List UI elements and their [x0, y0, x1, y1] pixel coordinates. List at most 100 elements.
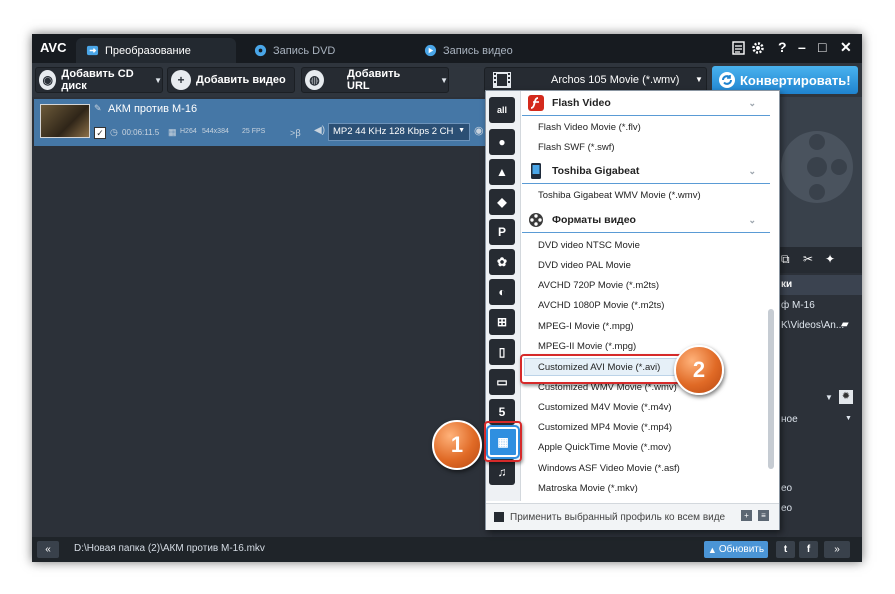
subtitle-icon[interactable]: >ꞵ [290, 126, 301, 139]
speaker-icon: ◀) [314, 125, 326, 136]
group-flash-video[interactable]: Flash Video ⌄ [522, 91, 770, 116]
update-button[interactable]: ▲ Обновить [704, 541, 768, 558]
file-resolution: 544x384 [202, 128, 229, 135]
chevron-down-icon: ▼ [695, 75, 703, 84]
help-button[interactable]: ? [778, 39, 787, 55]
profile-label: Archos 105 Movie (*.wmv) [551, 74, 680, 86]
chevron-down-icon: ⌄ [748, 214, 756, 225]
file-checkbox[interactable]: ✓ [94, 127, 106, 139]
film-strip-icon [493, 72, 511, 88]
copy-icon[interactable]: ⧉ [781, 252, 790, 267]
collapse-button[interactable]: « [37, 541, 59, 558]
file-row[interactable]: ✎ АКМ против М-16 ✓ ◷ 00:06:11.5 ▦ H264 … [34, 99, 490, 146]
huawei-icon[interactable]: ✿ [489, 249, 515, 275]
file-list: ✎ АКМ против М-16 ✓ ◷ 00:06:11.5 ▦ H264 … [32, 97, 492, 537]
facebook-icon[interactable]: f [799, 541, 818, 558]
gear-icon[interactable] [751, 41, 765, 55]
phone-icon[interactable]: ▯ [489, 339, 515, 365]
list-item[interactable]: Toshiba Gigabeat WMV Movie (*.wmv) [538, 190, 701, 201]
file-path: D:\Новая папка (2)\АКМ против М-16.mkv [74, 543, 265, 554]
add-video-button[interactable]: + Добавить видео [167, 67, 295, 93]
preview-area [777, 97, 862, 247]
windows-icon[interactable]: ⊞ [489, 309, 515, 335]
list-item[interactable]: AVCHD 1080P Movie (*.m2ts) [538, 300, 664, 311]
music-icon[interactable]: ♫ [489, 459, 515, 485]
highlight-box-category [484, 421, 522, 462]
apply-all-label: Применить выбранный профиль ко всем виде [510, 511, 726, 523]
panel-header: ки [777, 275, 862, 295]
list-item[interactable]: Windows ASF Video Movie (*.asf) [538, 463, 680, 474]
pencil-icon[interactable]: ✎ [94, 103, 102, 114]
group-label: Форматы видео [552, 214, 636, 226]
clock-icon: ◷ [110, 127, 118, 137]
panel-label-1: ео [781, 483, 793, 494]
file-fps: 25 FPS [242, 128, 266, 135]
profile-dropdown: all ● ▲ ◆ P ✿ ◐ ⊞ ▯ ▭ 5 ▦ ♫ Flash Video … [485, 90, 780, 530]
magic-icon[interactable]: ✦ [825, 252, 835, 266]
all-icon[interactable]: all [489, 97, 515, 123]
apply-all-checkbox[interactable] [494, 512, 504, 522]
expand-button[interactable]: » [824, 541, 850, 558]
name-value: ф М-16 [781, 300, 815, 311]
add-video-label: Добавить видео [196, 74, 286, 86]
audio-track-select[interactable]: MP2 44 KHz 128 Kbps 2 CH ▼ [328, 123, 470, 141]
right-panel: ⧉ ✂ ✦ ки ф М-16 K\Videos\An... ▰ ▼ ✹ ное… [777, 97, 862, 537]
video-thumbnail [40, 104, 90, 138]
tv-icon[interactable]: ▭ [489, 369, 515, 395]
scissors-icon[interactable]: ✂ [803, 252, 813, 266]
path-value: K\Videos\An... [781, 320, 845, 331]
notes-icon[interactable] [732, 41, 745, 55]
list-item[interactable]: Flash Video Movie (*.flv) [538, 122, 641, 133]
convert-icon [86, 45, 99, 56]
list-item[interactable]: DVD video NTSC Movie [538, 240, 640, 251]
panel-toolbar: ⧉ ✂ ✦ [777, 247, 862, 273]
folder-icon[interactable]: ▰ [841, 319, 849, 330]
minimize-button[interactable]: – [798, 39, 806, 55]
panel-header-label: ки [781, 279, 793, 290]
playstation-icon[interactable]: P [489, 219, 515, 245]
update-label: Обновить [718, 544, 765, 555]
group-video-formats[interactable]: Форматы видео ⌄ [522, 208, 770, 233]
lg-icon[interactable]: ◐ [489, 279, 515, 305]
android-icon[interactable]: ▲ [489, 159, 515, 185]
maximize-button[interactable]: □ [818, 39, 826, 55]
list-item[interactable]: Apple QuickTime Movie (*.mov) [538, 442, 671, 453]
edit-profile-icon[interactable]: ≡ [758, 510, 769, 521]
close-button[interactable]: ✕ [840, 39, 852, 56]
twitter-icon[interactable]: t [776, 541, 795, 558]
option-value: ное [781, 414, 798, 425]
step-1-badge: 1 [432, 420, 482, 470]
title-bar: AVC Преобразование Запись DVD Запись вид… [32, 34, 862, 63]
scrollbar[interactable] [768, 309, 774, 469]
chevron-down-icon: ▼ [440, 75, 448, 85]
group-label: Toshiba Gigabeat [552, 165, 640, 177]
comment-icon[interactable]: ◉ [474, 124, 484, 137]
list-item[interactable]: Customized MP4 Movie (*.mp4) [538, 422, 672, 433]
list-item[interactable]: AVCHD 720P Movie (*.m2ts) [538, 280, 659, 291]
chevron-down-icon[interactable]: ▼ [845, 415, 852, 422]
list-item[interactable]: MPEG-I Movie (*.mpg) [538, 321, 634, 332]
group-toshiba[interactable]: Toshiba Gigabeat ⌄ [522, 159, 770, 184]
tab-record[interactable]: Запись видео [424, 38, 513, 63]
profile-list: Flash Video ⌄ Flash Video Movie (*.flv) … [522, 91, 770, 501]
add-url-button[interactable]: ◍ Добавить URL ▼ [301, 67, 449, 93]
apple-icon[interactable]: ● [489, 129, 515, 155]
tab-dvd[interactable]: Запись DVD [254, 38, 335, 63]
chevron-down-icon: ⌄ [748, 97, 756, 108]
list-item[interactable]: Flash SWF (*.swf) [538, 142, 615, 153]
list-item[interactable]: Customized M4V Movie (*.m4v) [538, 402, 672, 413]
flash-icon [528, 95, 544, 111]
settings-gear-icon[interactable]: ✹ [839, 390, 853, 404]
list-item[interactable]: DVD video PAL Movie [538, 260, 631, 271]
add-profile-icon[interactable]: + [741, 510, 752, 521]
android-icon-2[interactable]: ◆ [489, 189, 515, 215]
add-cd-button[interactable]: ◉ Добавить CD диск ▼ [35, 67, 163, 93]
refresh-icon [719, 72, 735, 88]
panel-label-2: ео [781, 503, 793, 514]
convert-label: Конвертировать! [740, 72, 851, 88]
list-item[interactable]: MPEG-II Movie (*.mpg) [538, 341, 636, 352]
film-icon: ▦ [168, 127, 177, 137]
tab-convert[interactable]: Преобразование [86, 38, 191, 63]
chevron-down-icon[interactable]: ▼ [825, 393, 833, 402]
list-item[interactable]: Matroska Movie (*.mkv) [538, 483, 638, 494]
